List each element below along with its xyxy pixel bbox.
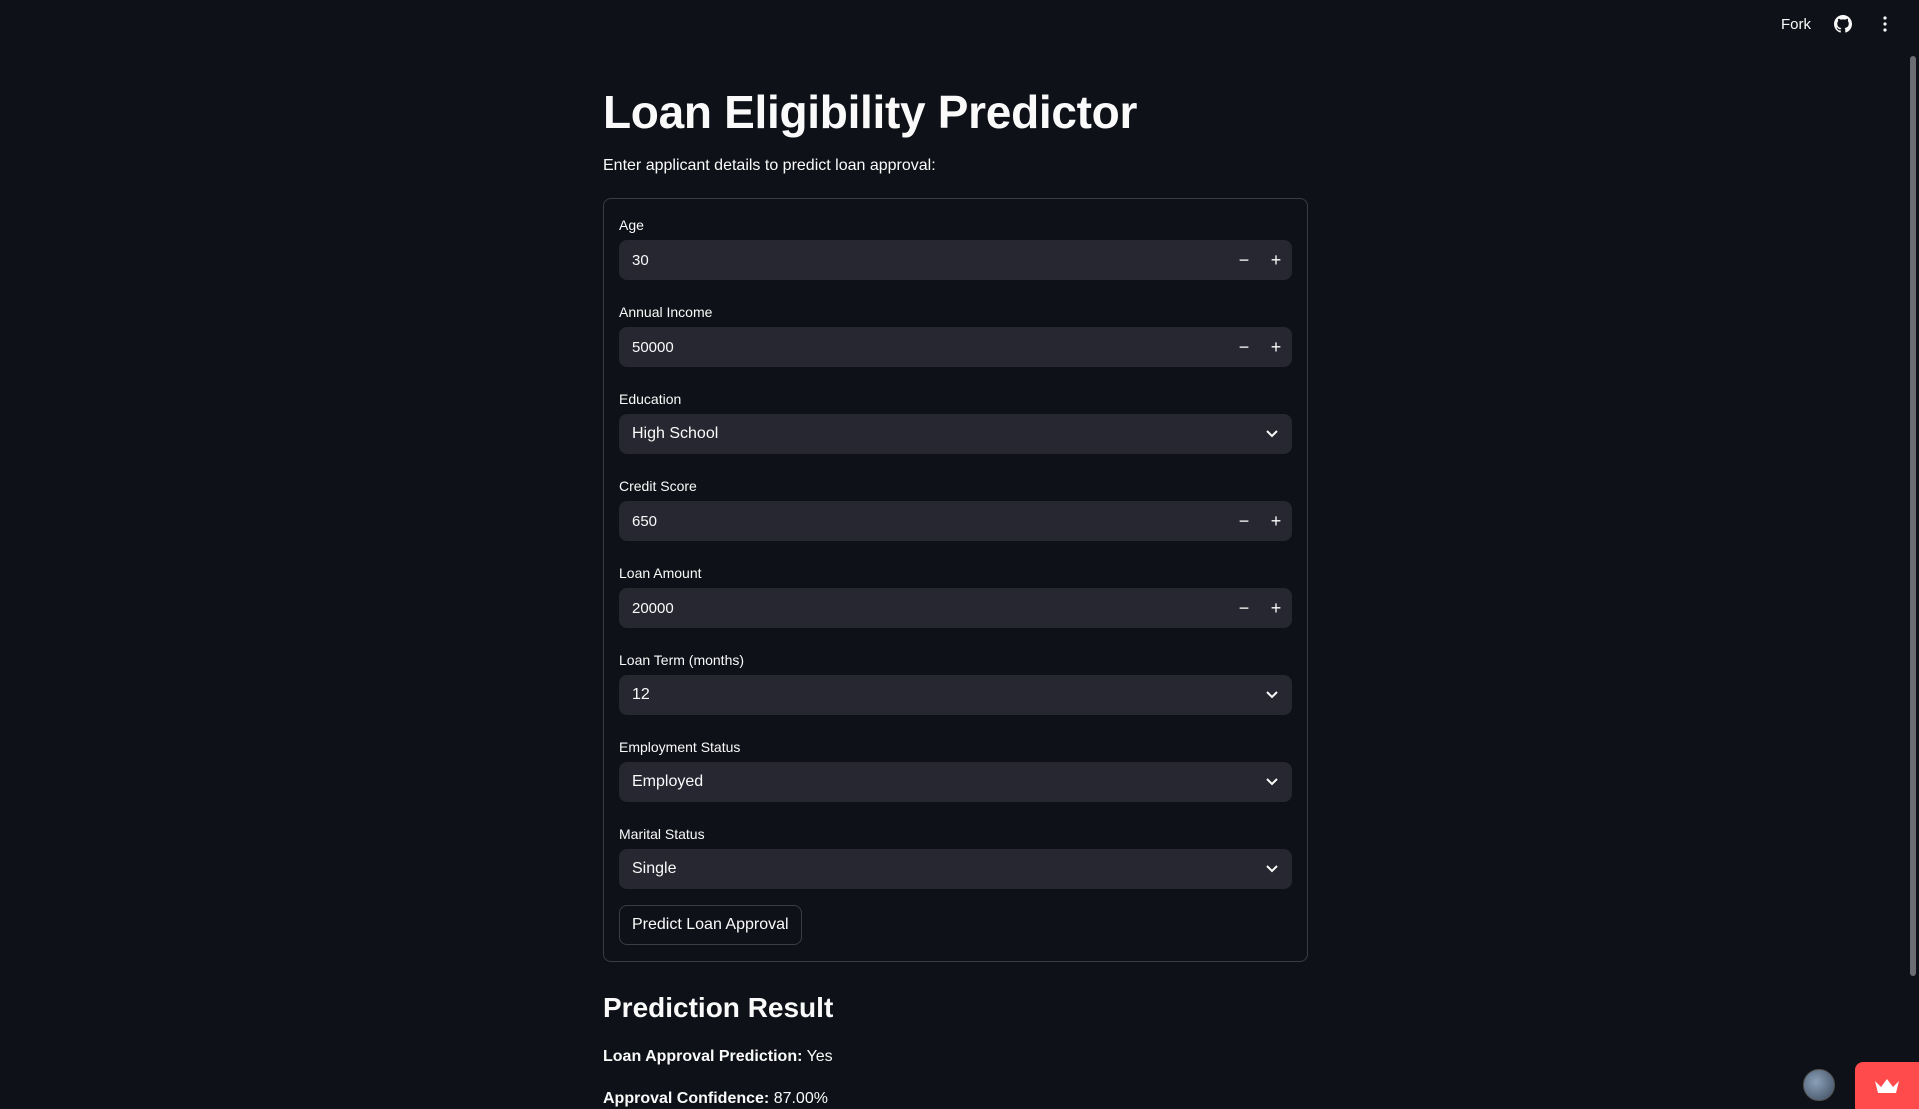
confidence-value: 87.00%	[773, 1090, 828, 1107]
age-label: Age	[619, 217, 644, 233]
credit-score-decrement-button[interactable]: −	[1228, 501, 1260, 541]
age-input[interactable]: 30 − +	[619, 240, 1292, 280]
education-select[interactable]: High School	[619, 414, 1292, 454]
loan-amount-value[interactable]: 20000	[619, 600, 1228, 617]
prediction-value: Yes	[806, 1048, 833, 1065]
age-field: Age 30 − +	[619, 215, 1292, 280]
employment-select[interactable]: Employed	[619, 762, 1292, 802]
loan-term-value: 12	[632, 686, 650, 703]
loan-amount-field: Loan Amount 20000 − +	[619, 563, 1292, 628]
employment-field: Employment Status Employed	[619, 737, 1292, 802]
confidence-label: Approval Confidence:	[603, 1090, 770, 1107]
age-value[interactable]: 30	[619, 252, 1228, 269]
confidence-line: Approval Confidence: 87.00%	[603, 1088, 1308, 1109]
prediction-label: Loan Approval Prediction:	[603, 1048, 803, 1065]
prediction-line: Loan Approval Prediction: Yes	[603, 1046, 1308, 1068]
loan-term-label: Loan Term (months)	[619, 652, 745, 668]
credit-score-stepper: − +	[1228, 501, 1292, 541]
income-value[interactable]: 50000	[619, 339, 1228, 356]
marital-value: Single	[632, 860, 677, 877]
marital-select[interactable]: Single	[619, 849, 1292, 889]
crown-icon	[1875, 1078, 1899, 1093]
income-input[interactable]: 50000 − +	[619, 327, 1292, 367]
income-increment-button[interactable]: +	[1260, 327, 1292, 367]
chevron-down-icon	[1252, 691, 1292, 699]
marital-label: Marital Status	[619, 826, 705, 842]
page-subtitle: Enter applicant details to predict loan …	[603, 157, 936, 174]
chevron-down-icon	[1252, 430, 1292, 438]
more-vertical-icon[interactable]	[1875, 14, 1895, 34]
avatar[interactable]	[1803, 1069, 1835, 1101]
chevron-down-icon	[1252, 778, 1292, 786]
marital-field: Marital Status Single	[619, 824, 1292, 889]
streamlit-badge[interactable]	[1855, 1062, 1919, 1109]
fork-button[interactable]: Fork	[1781, 16, 1811, 33]
predict-button[interactable]: Predict Loan Approval	[619, 905, 802, 945]
credit-score-input[interactable]: 650 − +	[619, 501, 1292, 541]
education-label: Education	[619, 391, 682, 407]
credit-score-increment-button[interactable]: +	[1260, 501, 1292, 541]
top-toolbar: Fork	[1781, 14, 1895, 34]
age-increment-button[interactable]: +	[1260, 240, 1292, 280]
credit-score-label: Credit Score	[619, 478, 697, 494]
age-stepper: − +	[1228, 240, 1292, 280]
github-icon[interactable]	[1833, 14, 1853, 34]
loan-amount-label: Loan Amount	[619, 565, 702, 581]
result-title: Prediction Result	[603, 992, 834, 1023]
scrollbar[interactable]	[1907, 0, 1919, 1109]
employment-value: Employed	[632, 773, 704, 790]
scrollbar-thumb[interactable]	[1910, 56, 1916, 976]
income-field: Annual Income 50000 − +	[619, 302, 1292, 367]
age-decrement-button[interactable]: −	[1228, 240, 1260, 280]
income-label: Annual Income	[619, 304, 713, 320]
page-title: Loan Eligibility Predictor	[603, 86, 1138, 138]
chevron-down-icon	[1252, 865, 1292, 873]
income-stepper: − +	[1228, 327, 1292, 367]
loan-term-field: Loan Term (months) 12	[619, 650, 1292, 715]
loan-amount-decrement-button[interactable]: −	[1228, 588, 1260, 628]
loan-form: Age 30 − + Annual Income 50000 − + Educa…	[603, 198, 1308, 962]
education-value: High School	[632, 425, 719, 442]
loan-amount-input[interactable]: 20000 − +	[619, 588, 1292, 628]
loan-amount-increment-button[interactable]: +	[1260, 588, 1292, 628]
credit-score-value[interactable]: 650	[619, 513, 1228, 530]
income-decrement-button[interactable]: −	[1228, 327, 1260, 367]
credit-score-field: Credit Score 650 − +	[619, 476, 1292, 541]
main-content: Loan Eligibility Predictor Enter applica…	[603, 0, 1308, 1109]
loan-amount-stepper: − +	[1228, 588, 1292, 628]
employment-label: Employment Status	[619, 739, 741, 755]
loan-term-select[interactable]: 12	[619, 675, 1292, 715]
education-field: Education High School	[619, 389, 1292, 454]
